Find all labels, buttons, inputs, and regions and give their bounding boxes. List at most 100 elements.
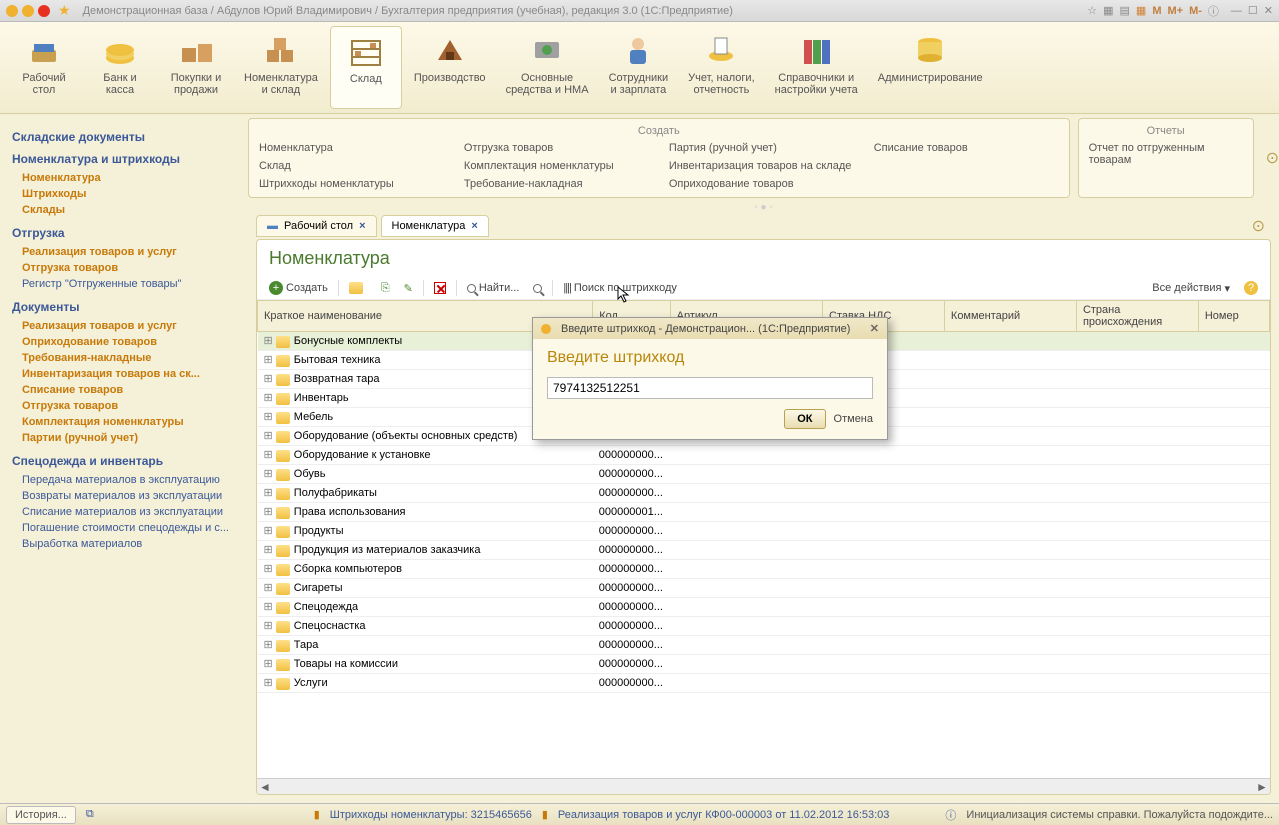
table-row[interactable]: ⊞ Оборудование к установке000000000...: [258, 446, 1270, 465]
expand-icon[interactable]: ⊞: [264, 544, 273, 556]
mem-m[interactable]: M: [1152, 5, 1161, 17]
create-link[interactable]: Отгрузка товаров: [458, 139, 655, 157]
horizontal-scrollbar[interactable]: ◄ ►: [257, 778, 1270, 794]
circle-icon[interactable]: [22, 5, 34, 17]
sidebar-item[interactable]: Партии (ручной учет): [12, 430, 236, 446]
sidebar-section-title[interactable]: Отгрузка: [12, 226, 236, 240]
calc-icon[interactable]: ▤: [1120, 4, 1130, 17]
sidebar-item[interactable]: Регистр "Отгруженные товары": [12, 276, 236, 292]
column-header[interactable]: Страна происхождения: [1076, 301, 1198, 332]
sidebar-section-title[interactable]: Складские документы: [12, 130, 236, 144]
expand-icon[interactable]: ⊞: [264, 525, 273, 537]
table-row[interactable]: ⊞ Полуфабрикаты000000000...: [258, 484, 1270, 503]
table-row[interactable]: ⊞ Сигареты000000000...: [258, 579, 1270, 598]
create-link[interactable]: Склад: [253, 157, 450, 175]
sidebar-section-title[interactable]: Номенклатура и штрихкоды: [12, 152, 236, 166]
expand-icon[interactable]: ⊞: [264, 354, 273, 366]
sidebar-section-title[interactable]: Спецодежда и инвентарь: [12, 454, 236, 468]
toolbar-desktop[interactable]: Рабочийстол: [8, 26, 80, 109]
all-actions-button[interactable]: Все действия ▾: [1148, 280, 1234, 297]
expand-icon[interactable]: ⊞: [264, 563, 273, 575]
toolbar-assets[interactable]: Основныесредства и НМА: [498, 26, 597, 109]
toolbar-prod[interactable]: Производство: [406, 26, 494, 109]
clear-find-button[interactable]: [529, 282, 546, 295]
dropdown-button[interactable]: ⊙: [1252, 216, 1265, 236]
sidebar-item[interactable]: Отгрузка товаров: [12, 398, 236, 414]
toolbar-nomen[interactable]: Номенклатураи склад: [236, 26, 326, 109]
create-link[interactable]: Требование-накладная: [458, 175, 655, 193]
sidebar-item[interactable]: Передача материалов в эксплуатацию: [12, 472, 236, 488]
barcode-input[interactable]: [547, 377, 873, 399]
splitter[interactable]: ◦ ● ◦: [248, 202, 1279, 213]
close-icon[interactable]: ✕: [1264, 4, 1273, 17]
sidebar-item[interactable]: Реализация товаров и услуг: [12, 318, 236, 334]
windows-icon[interactable]: ⧉: [86, 808, 94, 821]
cancel-button[interactable]: Отмена: [834, 413, 873, 425]
find-button[interactable]: Найти...: [463, 280, 524, 296]
sidebar-item[interactable]: Комплектация номенклатуры: [12, 414, 236, 430]
sidebar-item[interactable]: Выработка материалов: [12, 536, 236, 552]
table-row[interactable]: ⊞ Продукция из материалов заказчика00000…: [258, 541, 1270, 560]
expand-icon[interactable]: ⊞: [264, 639, 273, 651]
modal-close-icon[interactable]: ✕: [870, 322, 879, 335]
create-link[interactable]: Комплектация номенклатуры: [458, 157, 655, 175]
expand-icon[interactable]: ⊞: [264, 506, 273, 518]
tab-close-icon[interactable]: ×: [359, 220, 365, 232]
history-button[interactable]: История...: [6, 806, 76, 824]
maximize-icon[interactable]: ☐: [1248, 4, 1258, 17]
table-row[interactable]: ⊞ Услуги000000000...: [258, 674, 1270, 693]
create-link[interactable]: Партия (ручной учет): [663, 139, 860, 157]
tool-icon[interactable]: ☆: [1087, 4, 1097, 17]
expand-icon[interactable]: ⊞: [264, 335, 273, 347]
expand-icon[interactable]: ⊞: [264, 430, 273, 442]
expand-icon[interactable]: ⊞: [264, 601, 273, 613]
sidebar-section-title[interactable]: Документы: [12, 300, 236, 314]
toolbar-refs[interactable]: Справочники инастройки учета: [767, 26, 866, 109]
edit-button[interactable]: ✎: [400, 280, 417, 297]
report-link[interactable]: Отчет по отгруженным товарам: [1083, 139, 1249, 169]
expand-icon[interactable]: ⊞: [264, 620, 273, 632]
help-button[interactable]: ?: [1240, 279, 1262, 297]
delete-button[interactable]: [430, 280, 450, 296]
sidebar-item[interactable]: Возвраты материалов из эксплуатации: [12, 488, 236, 504]
scroll-left[interactable]: ◄: [257, 780, 273, 794]
expand-icon[interactable]: ⊞: [264, 468, 273, 480]
tab-close-icon[interactable]: ×: [471, 220, 477, 232]
table-row[interactable]: ⊞ Продукты000000000...: [258, 522, 1270, 541]
circle-icon[interactable]: [38, 5, 50, 17]
sidebar-item[interactable]: Инвентаризация товаров на ск...: [12, 366, 236, 382]
table-row[interactable]: ⊞ Товары на комиссии000000000...: [258, 655, 1270, 674]
ok-button[interactable]: ОК: [784, 409, 825, 429]
new-folder-button[interactable]: [345, 280, 371, 296]
toolbar-sales[interactable]: Покупки ипродажи: [160, 26, 232, 109]
mem-mminus[interactable]: M-: [1189, 5, 1202, 17]
expand-icon[interactable]: ⊞: [264, 373, 273, 385]
table-row[interactable]: ⊞ Обувь000000000...: [258, 465, 1270, 484]
minimize-icon[interactable]: —: [1231, 5, 1242, 17]
table-row[interactable]: ⊞ Тара000000000...: [258, 636, 1270, 655]
expand-icon[interactable]: ⊞: [264, 487, 273, 499]
toolbar-staff[interactable]: Сотрудникии зарплата: [601, 26, 677, 109]
table-row[interactable]: ⊞ Спецоснастка000000000...: [258, 617, 1270, 636]
sidebar-item[interactable]: Отгрузка товаров: [12, 260, 236, 276]
create-link[interactable]: Инвентаризация товаров на складе: [663, 157, 860, 175]
sidebar-item[interactable]: Оприходование товаров: [12, 334, 236, 350]
toolbar-warehouse[interactable]: Склад: [330, 26, 402, 109]
table-row[interactable]: ⊞ Права использования000000001...: [258, 503, 1270, 522]
toolbar-admin[interactable]: Администрирование: [870, 26, 991, 109]
toolbar-tax[interactable]: Учет, налоги,отчетность: [680, 26, 762, 109]
status-link-2[interactable]: Реализация товаров и услуг КФ00-000003 о…: [558, 809, 889, 821]
table-row[interactable]: ⊞ Сборка компьютеров000000000...: [258, 560, 1270, 579]
expand-icon[interactable]: ⊞: [264, 392, 273, 404]
copy-button[interactable]: ⎘: [377, 280, 394, 297]
mem-mplus[interactable]: M+: [1167, 5, 1183, 17]
column-header[interactable]: Номер: [1198, 301, 1269, 332]
sidebar-item[interactable]: Погашение стоимости спецодежды и с...: [12, 520, 236, 536]
sidebar-item[interactable]: Склады: [12, 202, 236, 218]
sidebar-item[interactable]: Списание товаров: [12, 382, 236, 398]
create-link[interactable]: Штрихкоды номенклатуры: [253, 175, 450, 193]
sidebar-item[interactable]: Номенклатура: [12, 170, 236, 186]
tool-icon[interactable]: ▦: [1103, 4, 1113, 17]
toggle-button[interactable]: ⊙: [1266, 148, 1279, 168]
barcode-search-button[interactable]: ||||Поиск по штрихкоду: [559, 280, 680, 296]
